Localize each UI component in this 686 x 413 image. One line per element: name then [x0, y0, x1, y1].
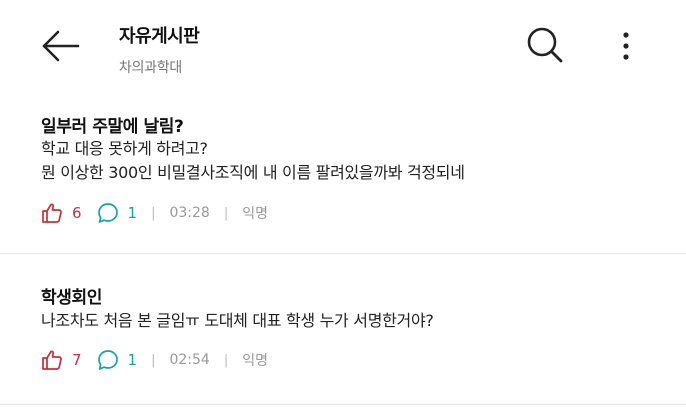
thumbs-up-icon [40, 348, 64, 372]
more-vertical-icon [623, 32, 629, 60]
comment-count: 1 [127, 351, 138, 369]
post-body: 나조차도 처음 본 글임ㅠ 도대체 대표 학생 누가 서명한거야? [41, 309, 434, 333]
post-author: 익명 [242, 206, 268, 222]
arrow-left-icon [42, 30, 80, 62]
post-author: 익명 [242, 353, 268, 369]
post-body-line: 뭔 이상한 300인 비밀결사조직에 내 이름 팔려있을까봐 걱정되네 [41, 163, 465, 182]
post-time: 03:28 [169, 205, 210, 221]
like-count: 7 [72, 351, 82, 369]
post-body-line: 나조차도 처음 본 글임ㅠ 도대체 대표 학생 누가 서명한거야? [41, 311, 434, 330]
search-icon [527, 27, 563, 63]
comment-count: 1 [127, 204, 138, 222]
post-divider [0, 253, 686, 254]
thumbs-up-icon [40, 201, 64, 225]
search-button[interactable] [524, 24, 566, 66]
meta-separator: | [151, 352, 156, 368]
board-title: 자유게시판 [119, 26, 200, 47]
board-title-block: 자유게시판 차의과학대 [119, 22, 200, 77]
post-divider [0, 404, 686, 405]
post-body-line: 학교 대응 못하게 하려고? [41, 139, 208, 158]
more-options-button[interactable] [612, 26, 640, 66]
post-meta: 7 1 | 02:54 | 익명 [40, 347, 268, 373]
top-app-bar: 자유게시판 차의과학대 [0, 0, 686, 90]
comment-bubble-icon [96, 201, 120, 225]
meta-separator: | [223, 205, 229, 221]
like-count: 6 [72, 204, 82, 222]
post-item[interactable]: 학생회인 나조차도 처음 본 글임ㅠ 도대체 대표 학생 누가 서명한거야? 7… [0, 280, 686, 403]
meta-separator: | [151, 205, 156, 221]
post-meta: 6 1 | 03:28 | 익명 [40, 200, 268, 226]
post-title: 학생회인 [41, 288, 102, 308]
app-screen: 자유게시판 차의과학대 일부러 주말에 날림? 학교 대응 못하게 하려고? 뭔… [0, 0, 686, 413]
meta-separator: | [223, 352, 229, 368]
back-button[interactable] [38, 26, 82, 66]
post-item[interactable]: 일부러 주말에 날림? 학교 대응 못하게 하려고? 뭔 이상한 300인 비밀… [0, 110, 686, 250]
post-time: 02:54 [169, 352, 210, 368]
comment-bubble-icon [96, 348, 120, 372]
post-body: 학교 대응 못하게 하려고? 뭔 이상한 300인 비밀결사조직에 내 이름 팔… [41, 137, 465, 185]
post-title: 일부러 주말에 날림? [41, 117, 184, 137]
school-name: 차의과학대 [119, 60, 182, 76]
